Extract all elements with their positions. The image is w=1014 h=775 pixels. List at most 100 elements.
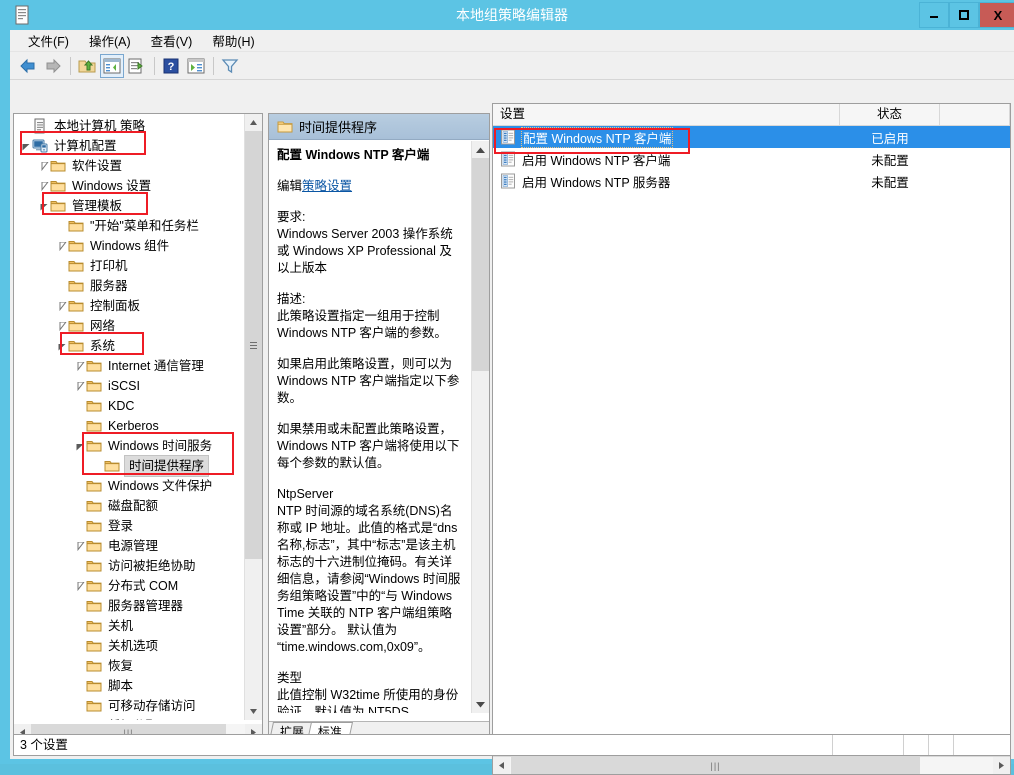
expander-icon[interactable]	[74, 596, 86, 616]
export-list-icon[interactable]	[125, 54, 149, 78]
details-vertical-scrollbar[interactable]	[471, 141, 489, 713]
expander-icon[interactable]	[74, 476, 86, 496]
list-hscrollbar-thumb[interactable]: |||	[511, 757, 920, 774]
tree-item-13[interactable]: KDC	[14, 396, 247, 416]
tree-vertical-scrollbar[interactable]	[244, 114, 262, 720]
expander-icon[interactable]	[38, 156, 50, 176]
filter-icon[interactable]	[218, 54, 242, 78]
expander-icon[interactable]	[56, 256, 68, 276]
tree-item-3[interactable]: 管理模板	[14, 196, 247, 216]
tree-scroll-up-icon[interactable]	[245, 114, 262, 131]
properties-icon[interactable]	[184, 54, 208, 78]
status-bar: 3 个设置	[13, 734, 1011, 756]
tree-item-root[interactable]: 本地计算机 策略	[14, 116, 247, 136]
expander-icon[interactable]	[56, 336, 68, 356]
list-horizontal-scrollbar[interactable]: |||	[493, 756, 1010, 774]
details-scrollbar-thumb[interactable]	[472, 158, 489, 371]
tree-item-20[interactable]: 电源管理	[14, 536, 247, 556]
expander-icon[interactable]	[74, 436, 86, 456]
tree-item-9[interactable]: 网络	[14, 316, 247, 336]
expander-icon[interactable]	[74, 536, 86, 556]
minimize-button[interactable]	[919, 2, 949, 28]
tree-item-23[interactable]: 服务器管理器	[14, 596, 247, 616]
tree-item-0[interactable]: 计算机配置	[14, 136, 247, 156]
policy-list[interactable]: 配置 Windows NTP 客户端 已启用 启用 Windows NTP 客户端未…	[493, 126, 1010, 192]
tree-item-17[interactable]: Windows 文件保护	[14, 476, 247, 496]
details-scroll-down-icon[interactable]	[472, 696, 489, 713]
expander-icon[interactable]	[56, 216, 68, 236]
expander-icon[interactable]	[74, 576, 86, 596]
tree-item-14[interactable]: Kerberos	[14, 416, 247, 436]
list-scroll-left-icon[interactable]	[493, 757, 510, 774]
expander-icon[interactable]	[92, 456, 104, 476]
expander-icon[interactable]	[74, 496, 86, 516]
up-folder-icon[interactable]	[75, 54, 99, 78]
tree-item-19[interactable]: 登录	[14, 516, 247, 536]
tree-item-2[interactable]: Windows 设置	[14, 176, 247, 196]
expander-icon[interactable]	[56, 276, 68, 296]
tree-item-25[interactable]: 关机选项	[14, 636, 247, 656]
menu-view[interactable]: 查看(V)	[141, 29, 203, 52]
details-scroll-up-icon[interactable]	[472, 141, 489, 158]
close-button[interactable]: X	[979, 2, 1014, 28]
tree-item-24[interactable]: 关机	[14, 616, 247, 636]
expander-icon[interactable]	[38, 196, 50, 216]
expander-icon[interactable]	[74, 636, 86, 656]
tree-item-21[interactable]: 访问被拒绝协助	[14, 556, 247, 576]
expander-icon[interactable]	[74, 676, 86, 696]
tree-item-5[interactable]: Windows 组件	[14, 236, 247, 256]
tree-item-15[interactable]: Windows 时间服务	[14, 436, 247, 456]
tree-item-8[interactable]: 控制面板	[14, 296, 247, 316]
tree-item-4[interactable]: "开始"菜单和任务栏	[14, 216, 247, 236]
tree-item-16[interactable]: 时间提供程序	[14, 455, 247, 477]
expander-icon[interactable]	[74, 616, 86, 636]
expander-icon[interactable]	[74, 356, 86, 376]
maximize-button[interactable]	[949, 2, 979, 28]
expander-icon[interactable]	[74, 376, 86, 396]
tree-item-26[interactable]: 恢复	[14, 656, 247, 676]
tree-item-label: Windows 时间服务	[108, 439, 213, 453]
menu-help[interactable]: 帮助(H)	[202, 29, 264, 52]
show-tree-icon[interactable]	[100, 53, 124, 78]
expander-icon[interactable]	[74, 516, 86, 536]
expander-icon[interactable]	[74, 556, 86, 576]
tree-item-18[interactable]: 磁盘配额	[14, 496, 247, 516]
tree-item-12[interactable]: iSCSI	[14, 376, 247, 396]
expander-icon[interactable]	[56, 316, 68, 336]
expander-icon[interactable]	[56, 296, 68, 316]
table-row[interactable]: 启用 Windows NTP 客户端 未配置	[493, 148, 1010, 170]
tree-item-11[interactable]: Internet 通信管理	[14, 356, 247, 376]
tree-item-7[interactable]: 服务器	[14, 276, 247, 296]
tree-item-1[interactable]: 软件设置	[14, 156, 247, 176]
table-row[interactable]: 配置 Windows NTP 客户端 已启用	[493, 126, 1010, 148]
tree-item-10[interactable]: 系统	[14, 336, 247, 356]
tree-item-6[interactable]: 打印机	[14, 256, 247, 276]
expander-icon[interactable]	[56, 236, 68, 256]
tree-item-28[interactable]: 可移动存储访问	[14, 696, 247, 716]
tree-item-27[interactable]: 脚本	[14, 676, 247, 696]
menu-action[interactable]: 操作(A)	[79, 29, 141, 52]
expander-icon[interactable]	[20, 136, 32, 156]
help-icon[interactable]: ?	[159, 54, 183, 78]
column-header-comment[interactable]	[940, 104, 1010, 125]
expander-icon[interactable]	[74, 396, 86, 416]
edit-policy-setting-link[interactable]: 策略设置	[302, 179, 352, 193]
column-header-state[interactable]: 状态	[840, 104, 940, 125]
tree-scroll-down-icon[interactable]	[245, 703, 262, 720]
expander-icon[interactable]	[38, 176, 50, 196]
expander-icon[interactable]	[74, 656, 86, 676]
expander-icon[interactable]	[74, 696, 86, 716]
expander-icon[interactable]	[74, 416, 86, 436]
table-row[interactable]: 启用 Windows NTP 服务器 未配置	[493, 170, 1010, 192]
expander-icon[interactable]	[74, 716, 86, 720]
tree-item-29[interactable]: 凭据分配	[14, 716, 247, 720]
tree-item-22[interactable]: 分布式 COM	[14, 576, 247, 596]
forward-icon[interactable]	[41, 54, 65, 78]
tree-scrollbar-thumb[interactable]	[245, 131, 262, 559]
details-desc-label: 描述:	[277, 292, 306, 306]
back-icon[interactable]	[16, 54, 40, 78]
console-tree[interactable]: 本地计算机 策略 计算机配置 软件设置 Windows 设置 管理模板 "开始"菜单和任务…	[14, 114, 247, 720]
list-scroll-right-icon[interactable]	[993, 757, 1010, 774]
menu-file[interactable]: 文件(F)	[18, 29, 79, 52]
column-header-setting[interactable]: 设置	[493, 104, 840, 125]
